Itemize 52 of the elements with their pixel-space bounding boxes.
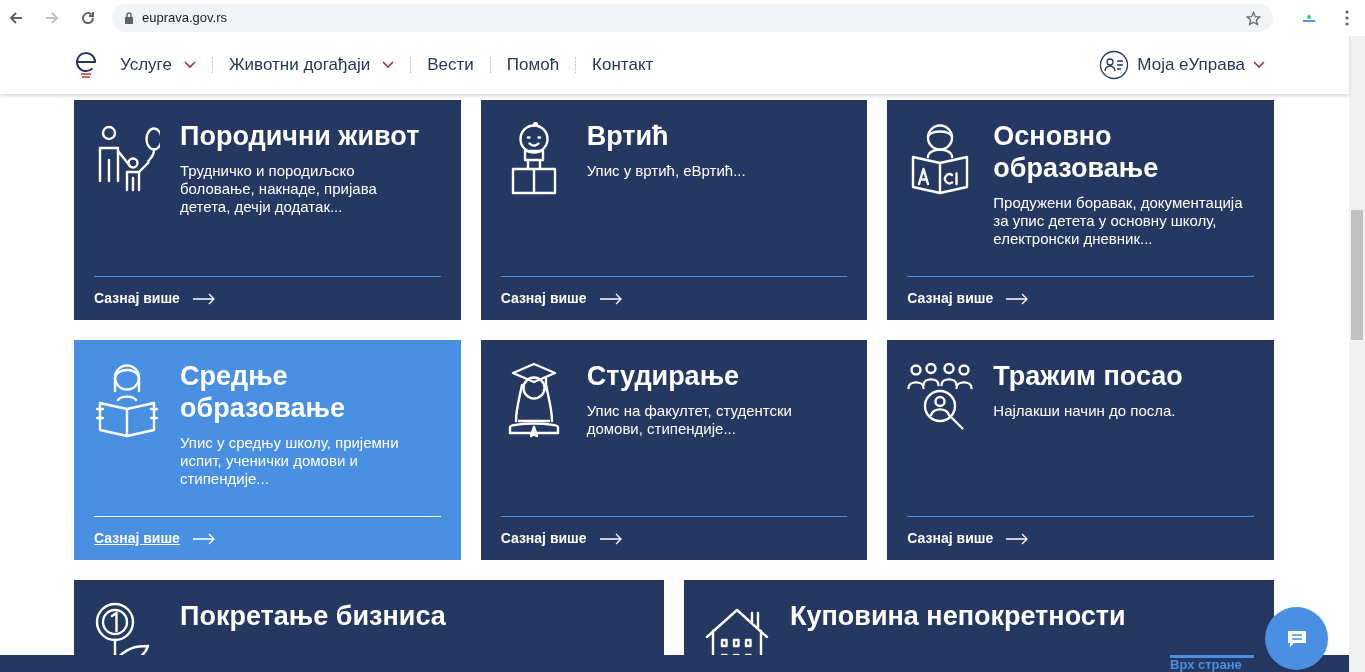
learn-more-link[interactable]: Сазнај више xyxy=(907,288,1030,309)
scrollbar-thumb[interactable] xyxy=(1351,210,1363,340)
nav-item[interactable]: Контакт xyxy=(592,52,654,78)
star-icon[interactable] xyxy=(1246,10,1261,26)
chat-icon xyxy=(1285,628,1308,649)
card-title: Куповина непокретности xyxy=(790,600,1126,632)
arrow-right-icon xyxy=(598,292,623,305)
card-description: Најлакши начин до посла. xyxy=(993,402,1177,420)
card-title: Вртић xyxy=(586,120,670,152)
scrollbar[interactable] xyxy=(1349,36,1365,672)
category-card[interactable]: Студирање Упис на факултет, студентски домови, стипендије... Сазнај више xyxy=(480,340,868,560)
card-title: Основно образовање xyxy=(993,120,1160,184)
more-icon[interactable] xyxy=(1345,10,1349,26)
card-description: Упис у средњу школу, пријемни испит, ученички домови и стипендије... xyxy=(180,434,400,488)
category-card[interactable]: Породични живот Трудничко и породиљско боловање, накнаде, пријава детета, дечји додатак... Сазнај више xyxy=(74,100,461,320)
card-title: Покретање бизниса xyxy=(180,600,446,632)
extension-icon[interactable] xyxy=(1301,13,1317,23)
card-description: Упис у вртић, еВртић... xyxy=(586,162,747,180)
arrow-right-icon xyxy=(1005,532,1030,545)
card-title: Породични живот xyxy=(180,120,421,152)
arrow-right-icon xyxy=(191,292,216,305)
nav-item[interactable]: Вести xyxy=(427,52,474,78)
back-icon[interactable] xyxy=(8,10,24,26)
url-text: euprava.gov.rs xyxy=(142,9,228,28)
logo-icon[interactable] xyxy=(74,50,98,80)
lock-icon xyxy=(124,12,134,24)
account-menu[interactable]: Моја еУправа xyxy=(1099,50,1265,80)
category-card[interactable]: Покретање бизниса xyxy=(74,580,664,655)
category-card[interactable]: Вртић Упис у вртић, еВртић... Сазнај више xyxy=(480,100,868,320)
arrow-right-icon xyxy=(1005,292,1030,305)
card-description: Упис на факултет, студентски домови, стипендије... xyxy=(586,402,793,438)
address-bar[interactable]: euprava.gov.rs xyxy=(112,4,1273,32)
back-to-top-link[interactable]: Врх стране xyxy=(1170,655,1254,672)
reload-icon[interactable] xyxy=(80,10,96,26)
learn-more-link[interactable]: Сазнај више xyxy=(94,288,216,309)
nav-item[interactable]: Услуге xyxy=(120,52,196,78)
card-title: Студирање xyxy=(586,360,741,392)
user-icon xyxy=(1099,50,1130,80)
learn-more-link[interactable]: Сазнај више xyxy=(500,288,623,309)
category-card[interactable]: Основно образовање Продужени боравак, документација за упис детета у основну школу, електронски дневник... Сазнај више xyxy=(887,100,1274,320)
card-description: Трудничко и породиљско боловање, накнаде, пријава детета, дечји додатак... xyxy=(180,162,378,216)
nav-item[interactable]: Помоћ xyxy=(506,52,560,78)
card-title: Средње образовање xyxy=(180,360,346,424)
arrow-right-icon xyxy=(598,532,623,545)
card-title: Тражим посао xyxy=(993,360,1184,392)
card-description: Продужени боравак, документација за упис детета у основну школу, електронски дневник... xyxy=(993,194,1244,248)
category-card[interactable]: Тражим посао Најлакши начин до посла. Сазнај више xyxy=(887,340,1274,560)
category-card[interactable]: Куповина непокретности xyxy=(684,580,1274,655)
nav-item[interactable]: Животни догађаји xyxy=(228,52,395,78)
learn-more-link[interactable]: Сазнај више xyxy=(907,528,1030,549)
learn-more-link[interactable]: Сазнај више xyxy=(500,528,623,549)
arrow-right-icon xyxy=(191,532,216,545)
